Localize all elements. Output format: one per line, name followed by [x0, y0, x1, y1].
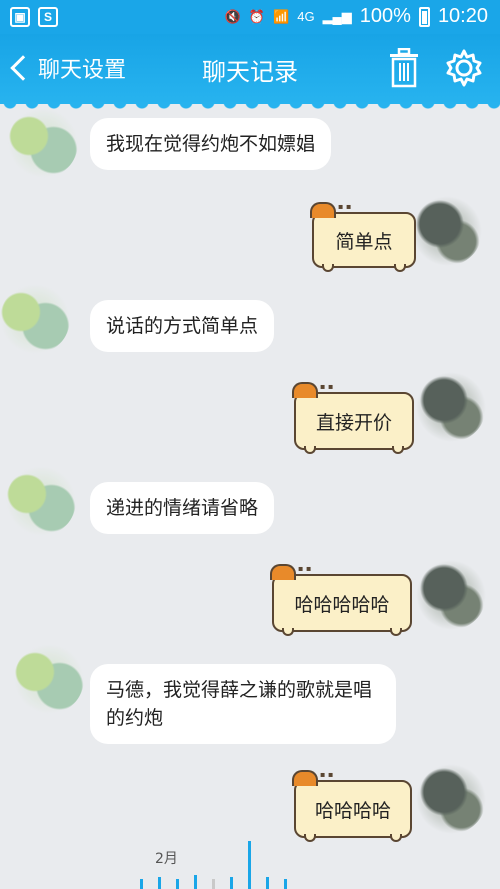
message-text: 说话的方式简单点 — [106, 315, 259, 337]
message-right[interactable]: 简单点 — [310, 202, 416, 272]
message-left[interactable]: 马德，我觉得薛之谦的歌就是唱的约炮 — [90, 664, 396, 744]
message-left[interactable]: 说话的方式简单点 — [90, 300, 275, 352]
battery-icon — [418, 6, 430, 27]
signal-icon: ▂▄▆ — [322, 8, 352, 24]
timeline-tick[interactable] — [140, 879, 143, 889]
message-right[interactable]: 哈哈哈哈哈 — [270, 564, 412, 636]
message-left[interactable]: 递进的情绪请省略 — [90, 482, 275, 534]
message-text: 直接开价 — [315, 411, 392, 434]
trash-icon[interactable] — [388, 48, 420, 88]
wifi-icon: 📶 — [273, 8, 290, 24]
my-avatar[interactable] — [416, 372, 486, 442]
timeline-tick[interactable] — [212, 879, 215, 889]
contact-avatar[interactable] — [8, 108, 78, 178]
my-avatar[interactable] — [412, 196, 482, 266]
contact-avatar[interactable] — [6, 466, 76, 536]
status-bar: ▣ S 🔇 ⏰ 📶 4G ▂▄▆ 100% 10:20 — [0, 0, 500, 34]
message-text: 哈哈哈哈 — [314, 799, 391, 822]
contact-avatar[interactable] — [0, 284, 70, 354]
image-icon: ▣ — [10, 7, 30, 27]
timeline-tick[interactable] — [158, 877, 161, 889]
message-text: 哈哈哈哈哈 — [294, 593, 390, 616]
network-type: 4G — [297, 9, 315, 24]
message-text: 简单点 — [335, 230, 393, 253]
message-right[interactable]: 哈哈哈哈 — [292, 770, 412, 842]
mute-icon: 🔇 — [224, 8, 241, 24]
contact-avatar[interactable] — [14, 644, 84, 714]
timeline-tick[interactable] — [284, 879, 287, 889]
s-app-icon: S — [38, 7, 58, 27]
message-left[interactable]: 我现在觉得约炮不如嫖娼 — [90, 118, 332, 170]
message-right[interactable]: 直接开价 — [292, 382, 414, 454]
message-text: 递进的情绪请省略 — [106, 497, 259, 519]
date-timeline[interactable]: 2月 — [0, 836, 500, 889]
battery-percent: 100% — [359, 5, 411, 27]
my-avatar[interactable] — [416, 560, 486, 630]
timeline-current-marker[interactable] — [248, 841, 251, 889]
my-avatar[interactable] — [416, 764, 486, 834]
alarm-icon: ⏰ — [248, 8, 266, 24]
timeline-tick[interactable] — [266, 877, 269, 889]
title-bar: 聊天设置 聊天记录 — [0, 34, 500, 110]
message-text: 马德，我觉得薛之谦的歌就是唱的约炮 — [106, 679, 373, 729]
timeline-tick[interactable] — [176, 879, 179, 889]
chat-history[interactable]: 我现在觉得约炮不如嫖娼 简单点 说话的方式简单点 直接开价 递进的情绪请省略 哈… — [0, 104, 500, 889]
timeline-tick[interactable] — [230, 877, 233, 889]
gear-icon[interactable] — [444, 48, 484, 88]
month-label: 2月 — [155, 851, 178, 867]
message-text: 我现在觉得约炮不如嫖娼 — [106, 133, 316, 155]
timeline-tick[interactable] — [194, 875, 197, 889]
page-title: 聊天记录 — [202, 58, 298, 86]
clock: 10:20 — [437, 5, 488, 27]
